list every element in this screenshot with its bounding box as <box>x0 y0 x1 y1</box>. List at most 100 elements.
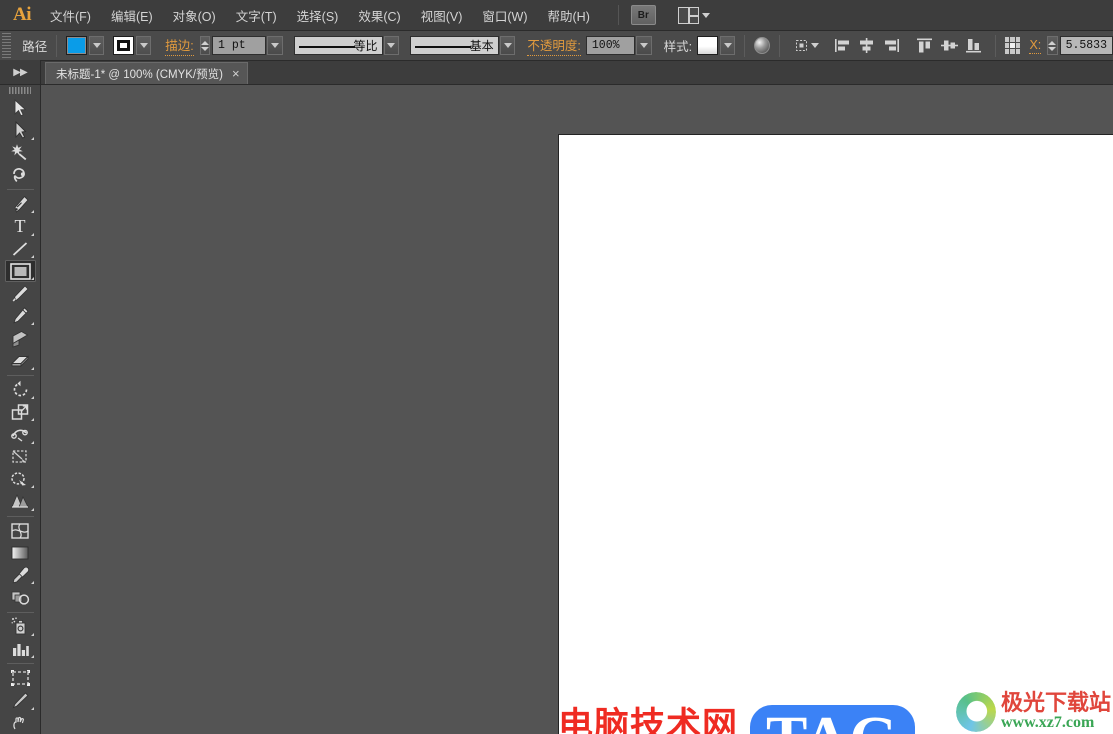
stroke-swatch[interactable] <box>113 36 135 55</box>
chevron-down-icon[interactable] <box>811 43 820 48</box>
hand-tool[interactable] <box>5 712 36 734</box>
menu-edit[interactable]: 编辑(E) <box>102 2 162 29</box>
stepper-up-icon[interactable] <box>200 40 209 45</box>
refpoint-tc[interactable] <box>1010 37 1015 42</box>
canvas-area[interactable]: 电脑技术网 www.tagxp.com TAG 极光下载站 www.xz7.co… <box>41 85 1113 734</box>
menu-help[interactable]: 帮助(H) <box>539 2 599 29</box>
opacity-label[interactable]: 不透明度: <box>527 35 581 56</box>
graphic-style-control[interactable] <box>697 36 736 55</box>
refpoint-br[interactable] <box>1015 49 1021 54</box>
refpoint-bl[interactable] <box>1004 49 1010 54</box>
flyout-indicator[interactable] <box>30 277 34 281</box>
align-top-button[interactable] <box>916 36 934 56</box>
stepper-down-icon[interactable] <box>200 46 209 51</box>
control-bar-grip[interactable] <box>2 32 12 59</box>
opacity-input[interactable]: 100% <box>585 36 635 55</box>
refpoint-ml[interactable] <box>1004 43 1010 48</box>
flyout-indicator[interactable] <box>30 632 34 636</box>
free-transform-tool[interactable] <box>5 446 36 468</box>
shape-builder-tool[interactable] <box>5 468 36 490</box>
flyout-indicator[interactable] <box>30 485 34 489</box>
refpoint-mr[interactable] <box>1015 43 1021 48</box>
flyout-indicator[interactable] <box>30 581 34 585</box>
flyout-indicator[interactable] <box>30 706 34 710</box>
align-bottom-button[interactable] <box>964 36 982 56</box>
stroke-weight-input[interactable]: 1 pt <box>212 36 267 55</box>
rotate-tool[interactable] <box>5 379 36 401</box>
type-tool[interactable]: T <box>5 215 36 237</box>
align-center-horizontal-button[interactable] <box>858 36 876 56</box>
graphic-style-swatch[interactable] <box>697 36 719 55</box>
rectangle-tool[interactable] <box>4 260 36 283</box>
pen-tool[interactable] <box>5 193 36 215</box>
slice-tool[interactable] <box>5 689 36 711</box>
opacity-dropdown[interactable] <box>635 36 652 55</box>
artboard-tool[interactable] <box>5 667 36 689</box>
eyedropper-tool[interactable] <box>5 564 36 586</box>
toolbox-grip[interactable] <box>9 87 31 94</box>
selection-tool[interactable] <box>5 97 36 119</box>
fill-color-control[interactable] <box>66 36 105 55</box>
refpoint-tr[interactable] <box>1015 37 1021 42</box>
flyout-indicator[interactable] <box>30 232 34 236</box>
perspective-grid-tool[interactable] <box>5 490 36 512</box>
lasso-tool[interactable] <box>5 164 36 186</box>
fill-swatch[interactable] <box>66 36 88 55</box>
pencil-tool[interactable] <box>5 305 36 327</box>
x-coordinate-input[interactable]: 5.5833 <box>1059 36 1113 55</box>
flyout-indicator[interactable] <box>30 655 34 659</box>
menu-type[interactable]: 文字(T) <box>227 2 286 29</box>
flyout-indicator[interactable] <box>30 440 34 444</box>
document-tab[interactable]: 未标题-1* @ 100% (CMYK/预览) × <box>45 62 248 84</box>
align-right-button[interactable] <box>882 36 900 56</box>
mesh-tool[interactable] <box>5 519 36 541</box>
line-segment-tool[interactable] <box>5 238 36 260</box>
refpoint-mc[interactable] <box>1010 43 1015 48</box>
flyout-indicator[interactable] <box>30 366 34 370</box>
symbol-sprayer-tool[interactable] <box>5 616 36 638</box>
flyout-indicator[interactable] <box>30 255 34 259</box>
flyout-indicator[interactable] <box>30 418 34 422</box>
blend-tool[interactable] <box>5 586 36 608</box>
refpoint-tl[interactable] <box>1004 37 1010 42</box>
magic-wand-tool[interactable] <box>5 142 36 164</box>
bridge-icon[interactable]: Br <box>630 5 656 25</box>
stroke-dropdown-button[interactable] <box>136 36 152 55</box>
direct-selection-tool[interactable] <box>5 119 36 141</box>
opacity-mask-icon[interactable] <box>754 37 770 54</box>
blob-brush-tool[interactable] <box>5 327 36 349</box>
gradient-tool[interactable] <box>5 542 36 564</box>
flyout-indicator[interactable] <box>30 322 34 326</box>
close-icon[interactable]: × <box>232 67 240 80</box>
align-left-button[interactable] <box>833 36 851 56</box>
stroke-weight-dropdown[interactable] <box>267 36 284 55</box>
transform-panel-button[interactable] <box>792 36 810 56</box>
flyout-indicator[interactable] <box>30 136 34 140</box>
width-profile-select[interactable]: 等比 <box>294 36 383 55</box>
flyout-indicator[interactable] <box>30 210 34 214</box>
refpoint-bc[interactable] <box>1010 49 1015 54</box>
column-graph-tool[interactable] <box>5 638 36 660</box>
x-coordinate-stepper[interactable] <box>1047 36 1058 55</box>
menu-window[interactable]: 窗口(W) <box>473 2 536 29</box>
artboard[interactable] <box>558 134 1113 734</box>
stroke-weight-stepper[interactable] <box>199 36 211 55</box>
stroke-weight-label[interactable]: 描边: <box>165 35 194 56</box>
paintbrush-tool[interactable] <box>5 282 36 304</box>
stepper-up-icon[interactable] <box>1048 40 1057 45</box>
eraser-tool[interactable] <box>5 349 36 371</box>
scale-tool[interactable] <box>5 401 36 423</box>
brush-definition-dropdown[interactable] <box>499 36 516 55</box>
flyout-indicator[interactable] <box>30 507 34 511</box>
reference-point-selector[interactable] <box>1004 37 1021 54</box>
stepper-down-icon[interactable] <box>1048 46 1057 51</box>
width-tool[interactable] <box>5 423 36 445</box>
width-profile-dropdown[interactable] <box>383 36 400 55</box>
arrange-documents-button[interactable] <box>677 6 710 24</box>
menu-file[interactable]: 文件(F) <box>41 2 100 29</box>
menu-object[interactable]: 对象(O) <box>164 2 225 29</box>
x-coordinate-label[interactable]: X: <box>1029 38 1042 54</box>
menu-select[interactable]: 选择(S) <box>288 2 348 29</box>
graphic-style-dropdown[interactable] <box>720 36 736 55</box>
brush-definition-select[interactable]: 基本 <box>410 36 499 55</box>
